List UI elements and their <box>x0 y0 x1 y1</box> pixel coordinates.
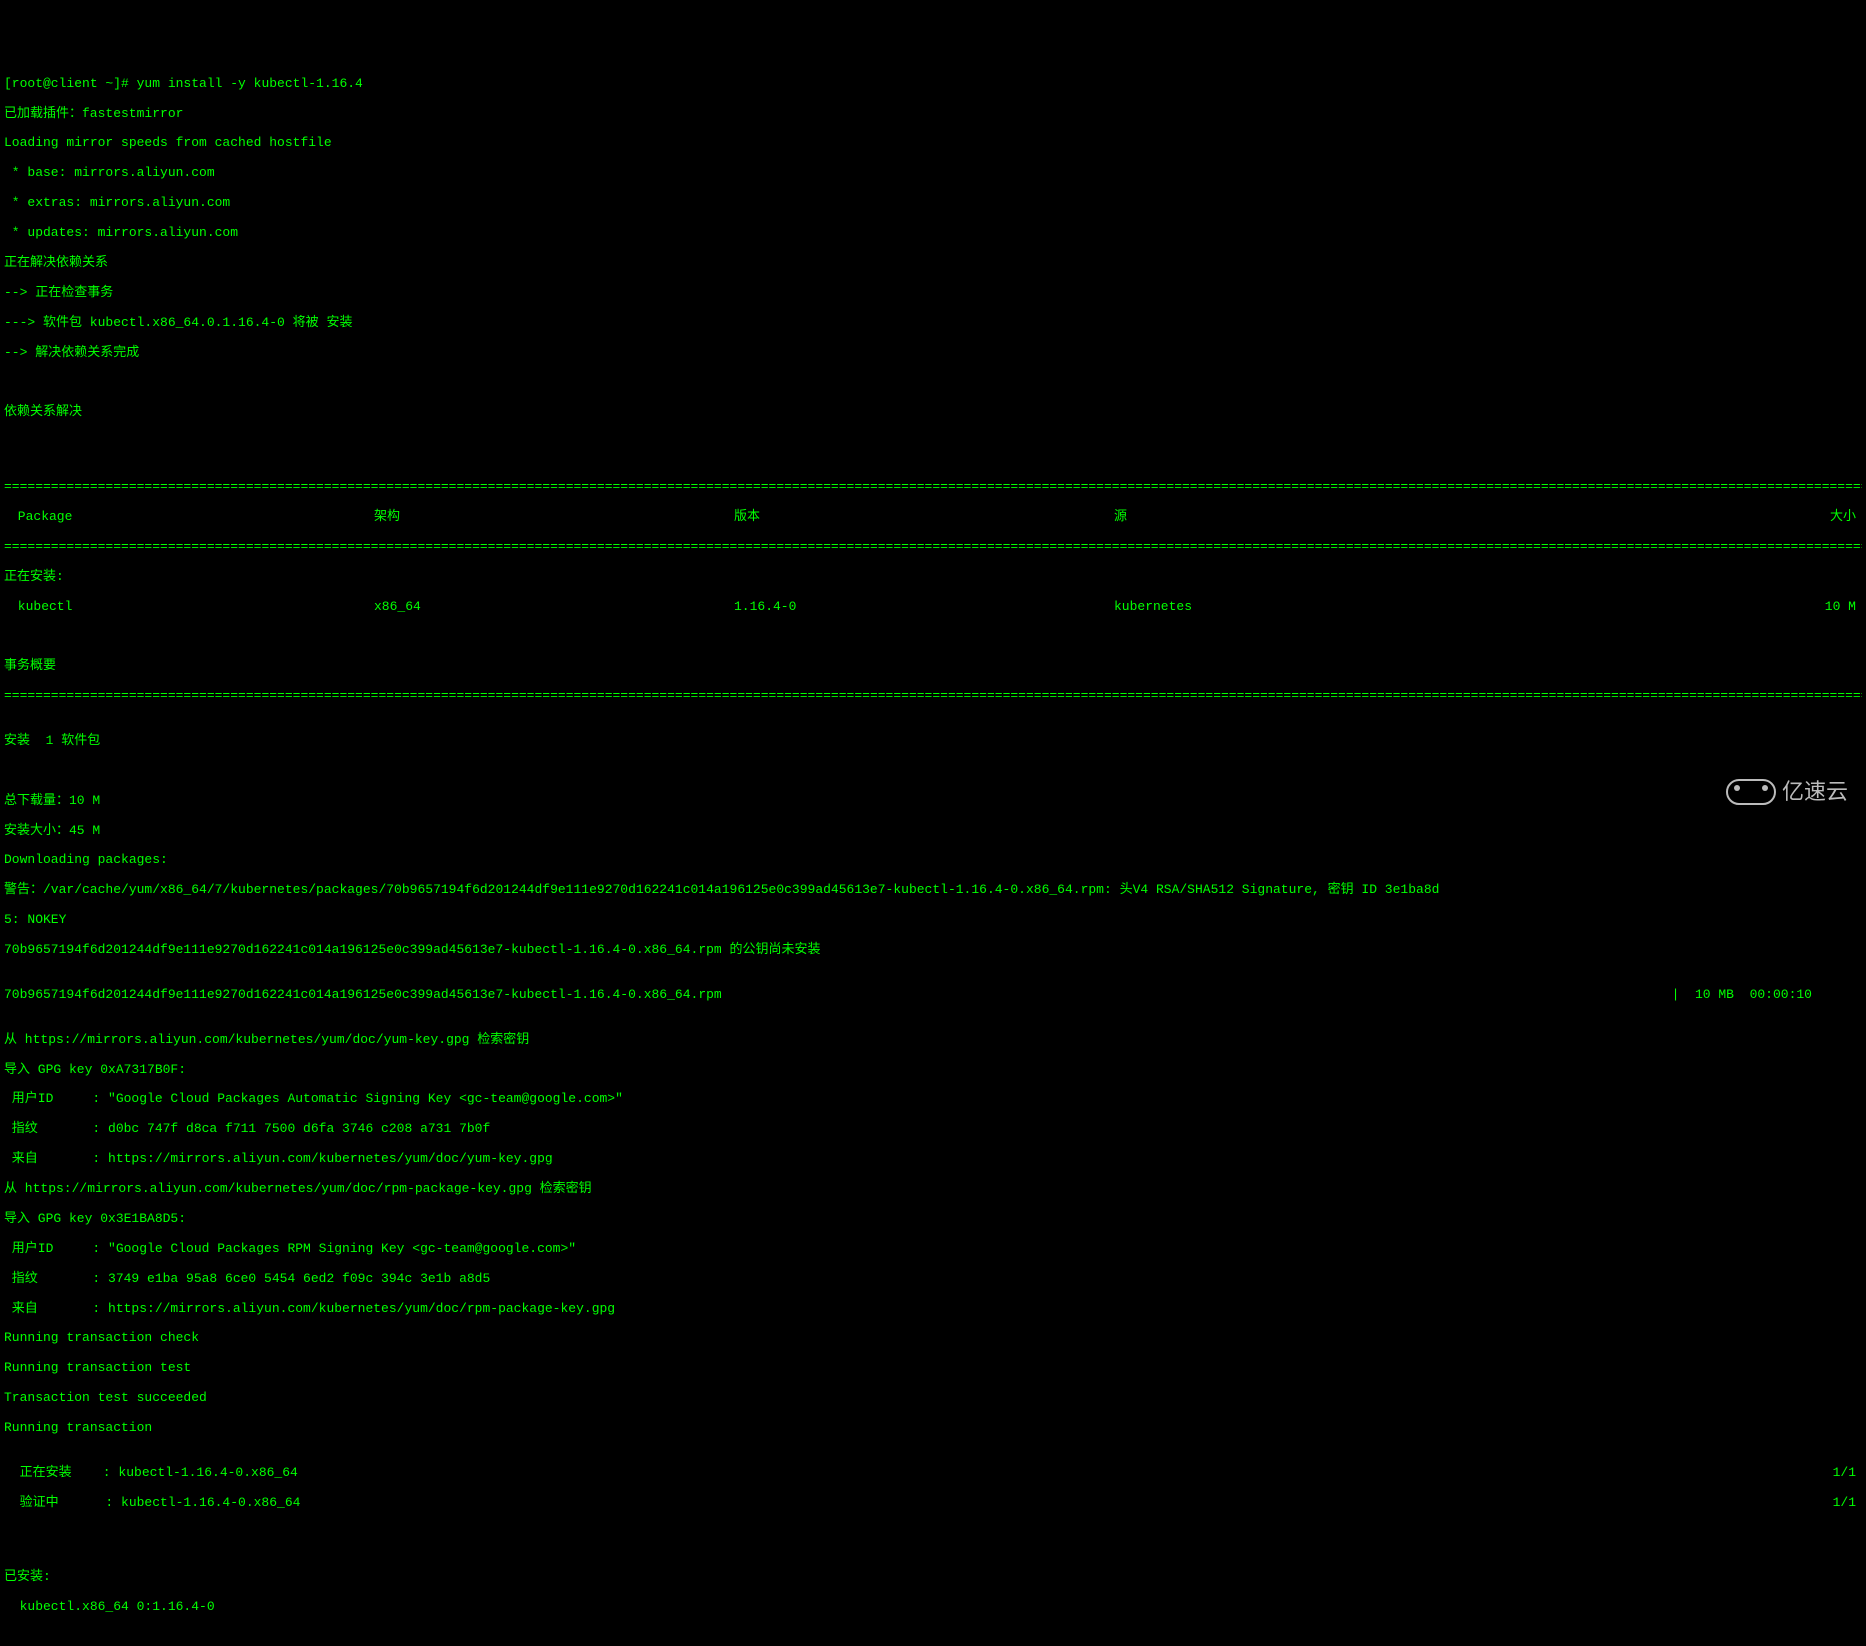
download-progress-line: 70b9657194f6d201244df9e111e9270d162241c0… <box>4 988 1862 1003</box>
txn-summary-label: 事务概要 <box>4 659 1862 674</box>
table-header-package: Package <box>4 510 374 525</box>
gpg-line-13: Running transaction <box>4 1421 1862 1436</box>
gpg-line-0: 从 https://mirrors.aliyun.com/kubernetes/… <box>4 1033 1862 1048</box>
pre-header-line-11 <box>4 435 1862 450</box>
gpg-line-2: 用户ID : "Google Cloud Packages Automatic … <box>4 1092 1862 1107</box>
table-header-arch: 架构 <box>374 510 734 525</box>
cell-version: 1.16.4-0 <box>734 600 1114 615</box>
pre-header-line-6: --> 正在检查事务 <box>4 286 1862 301</box>
gpg-line-12: Transaction test succeeded <box>4 1391 1862 1406</box>
post-header-line-1 <box>4 764 1862 779</box>
cloud-icon <box>1726 779 1776 805</box>
table-header-size: 大小 <box>1504 510 1862 525</box>
pre-header-line-4: * updates: mirrors.aliyun.com <box>4 226 1862 241</box>
pre-header-line-1: Loading mirror speeds from cached hostfi… <box>4 136 1862 151</box>
pre-header-line-2: * base: mirrors.aliyun.com <box>4 166 1862 181</box>
gpg-line-5: 从 https://mirrors.aliyun.com/kubernetes/… <box>4 1182 1862 1197</box>
terminal-output: [root@client ~]# yum install -y kubectl-… <box>0 60 1866 1646</box>
installing-label: 正在安装: <box>4 570 1862 585</box>
txn-install-label: 正在安装 : kubectl-1.16.4-0.x86_64 <box>4 1466 298 1481</box>
footer-line-1: 已安装: <box>4 1570 1862 1585</box>
download-file: 70b9657194f6d201244df9e111e9270d162241c0… <box>4 988 722 1003</box>
gpg-line-11: Running transaction test <box>4 1361 1862 1376</box>
txn-row-install: 正在安装 : kubectl-1.16.4-0.x86_64 1/1 <box>4 1466 1862 1481</box>
gpg-line-1: 导入 GPG key 0xA7317B0F: <box>4 1063 1862 1078</box>
gpg-line-10: Running transaction check <box>4 1331 1862 1346</box>
footer-line-2: kubectl.x86_64 0:1.16.4-0 <box>4 1600 1862 1615</box>
pre-header-line-0: 已加载插件：fastestmirror <box>4 107 1862 122</box>
footer-line-3 <box>4 1630 1862 1645</box>
txn-install-count: 1/1 <box>1833 1466 1862 1481</box>
pre-header-line-8: --> 解决依赖关系完成 <box>4 346 1862 361</box>
cell-arch: x86_64 <box>374 600 734 615</box>
table-row: kubectl x86_64 1.16.4-0 kubernetes 10 M <box>4 600 1862 615</box>
download-progress: | 10 MB 00:00:10 <box>1672 988 1862 1003</box>
cell-repo: kubernetes <box>1114 600 1504 615</box>
table-rule-bottom: ========================================… <box>4 689 1862 704</box>
post-header-line-0: 安装 1 软件包 <box>4 734 1862 749</box>
post-header-line-7: 70b9657194f6d201244df9e111e9270d162241c0… <box>4 943 1862 958</box>
gpg-line-3: 指纹 : d0bc 747f d8ca f711 7500 d6fa 3746 … <box>4 1122 1862 1137</box>
gpg-line-9: 来自 : https://mirrors.aliyun.com/kubernet… <box>4 1302 1862 1317</box>
pre-header-line-5: 正在解决依赖关系 <box>4 256 1862 271</box>
watermark: 亿速云 <box>1726 779 1848 805</box>
post-header-line-5: 警告：/var/cache/yum/x86_64/7/kubernetes/pa… <box>4 883 1862 898</box>
pre-header-line-10: 依赖关系解决 <box>4 405 1862 420</box>
table-header-repo: 源 <box>1114 510 1504 525</box>
cell-size: 10 M <box>1504 600 1862 615</box>
cell-package: kubectl <box>4 600 374 615</box>
post-header-line-3: 安装大小：45 M <box>4 824 1862 839</box>
command-prompt[interactable]: [root@client ~]# yum install -y kubectl-… <box>4 77 1862 92</box>
txn-verify-label: 验证中 : kubectl-1.16.4-0.x86_64 <box>4 1496 300 1511</box>
watermark-text: 亿速云 <box>1782 779 1848 804</box>
gpg-line-8: 指纹 : 3749 e1ba 95a8 6ce0 5454 6ed2 f09c … <box>4 1272 1862 1287</box>
footer-line-0 <box>4 1541 1862 1556</box>
pre-header-line-3: * extras: mirrors.aliyun.com <box>4 196 1862 211</box>
txn-summary-blank <box>4 629 1862 644</box>
pre-header-line-7: ---> 软件包 kubectl.x86_64.0.1.16.4-0 将被 安装 <box>4 316 1862 331</box>
gpg-line-4: 来自 : https://mirrors.aliyun.com/kubernet… <box>4 1152 1862 1167</box>
table-rule-mid: ========================================… <box>4 540 1862 555</box>
gpg-line-6: 导入 GPG key 0x3E1BA8D5: <box>4 1212 1862 1227</box>
table-header-row: Package 架构 版本 源 大小 <box>4 510 1862 525</box>
post-header-line-6: 5: NOKEY <box>4 913 1862 928</box>
gpg-line-7: 用户ID : "Google Cloud Packages RPM Signin… <box>4 1242 1862 1257</box>
txn-row-verify: 验证中 : kubectl-1.16.4-0.x86_64 1/1 <box>4 1496 1862 1511</box>
table-header-version: 版本 <box>734 510 1114 525</box>
post-header-line-2: 总下载量：10 M <box>4 794 1862 809</box>
txn-verify-count: 1/1 <box>1833 1496 1862 1511</box>
table-rule-top: ========================================… <box>4 480 1862 495</box>
pre-header-line-9 <box>4 375 1862 390</box>
post-header-line-4: Downloading packages: <box>4 853 1862 868</box>
